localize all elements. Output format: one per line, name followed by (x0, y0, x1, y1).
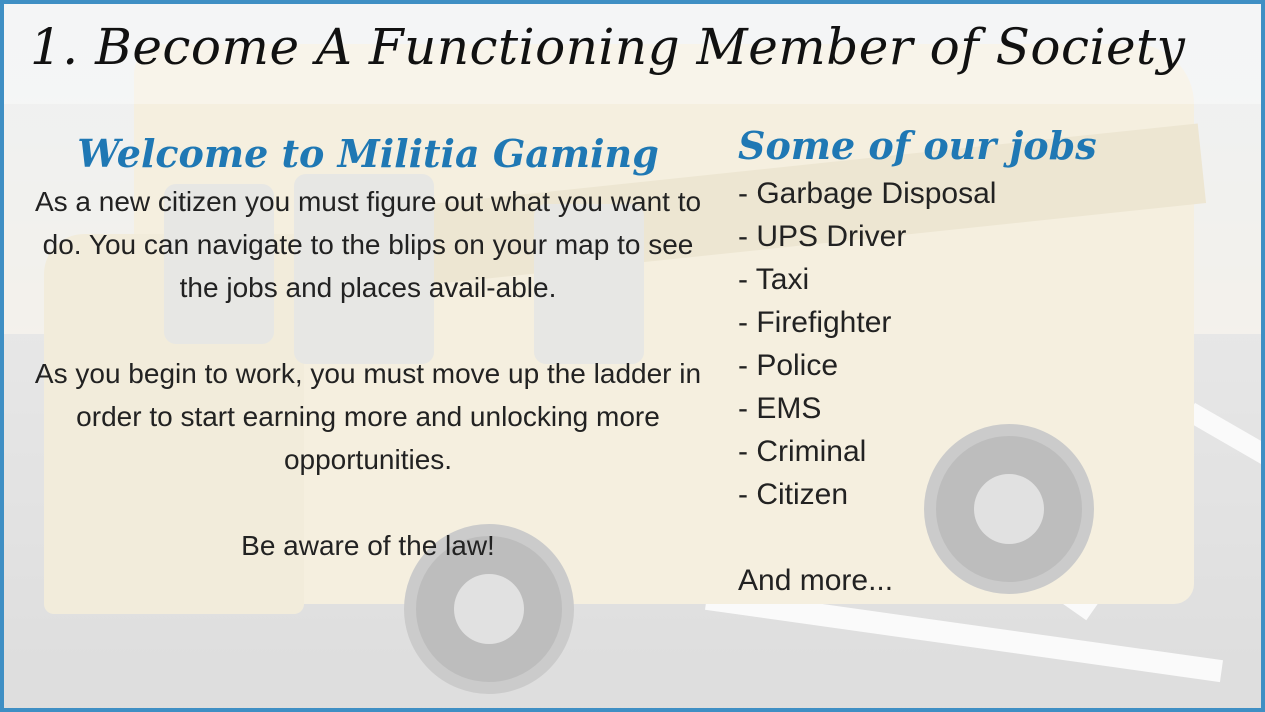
job-item: - Garbage Disposal (738, 177, 997, 210)
job-item: - Police (738, 349, 839, 382)
job-item: - Criminal (738, 435, 867, 468)
job-item: - UPS Driver (738, 220, 907, 253)
welcome-heading: Welcome to Militia Gaming (77, 131, 659, 176)
welcome-paragraph-2: As you begin to work, you must move up t… (34, 358, 702, 475)
job-item: - Firefighter (738, 306, 892, 339)
jobs-more: And more... (738, 564, 894, 597)
slide-title: 1. Become A Functioning Member of Societ… (30, 18, 1186, 76)
welcome-paragraph-1: As a new citizen you must figure out wha… (34, 186, 702, 303)
job-item: - Citizen (738, 478, 849, 511)
job-item: - Taxi (738, 263, 810, 296)
jobs-heading: Some of our jobs (738, 123, 1097, 168)
job-item: - EMS (738, 392, 822, 425)
slide-frame: 1. Become A Functioning Member of Societ… (0, 0, 1265, 712)
jobs-section: Some of our jobs - Garbage Disposal - UP… (738, 120, 1238, 602)
jobs-list: - Garbage Disposal - UPS Driver - Taxi -… (738, 172, 1238, 516)
law-warning: Be aware of the law! (241, 530, 495, 561)
welcome-section: Welcome to Militia Gaming As a new citiz… (30, 128, 706, 567)
